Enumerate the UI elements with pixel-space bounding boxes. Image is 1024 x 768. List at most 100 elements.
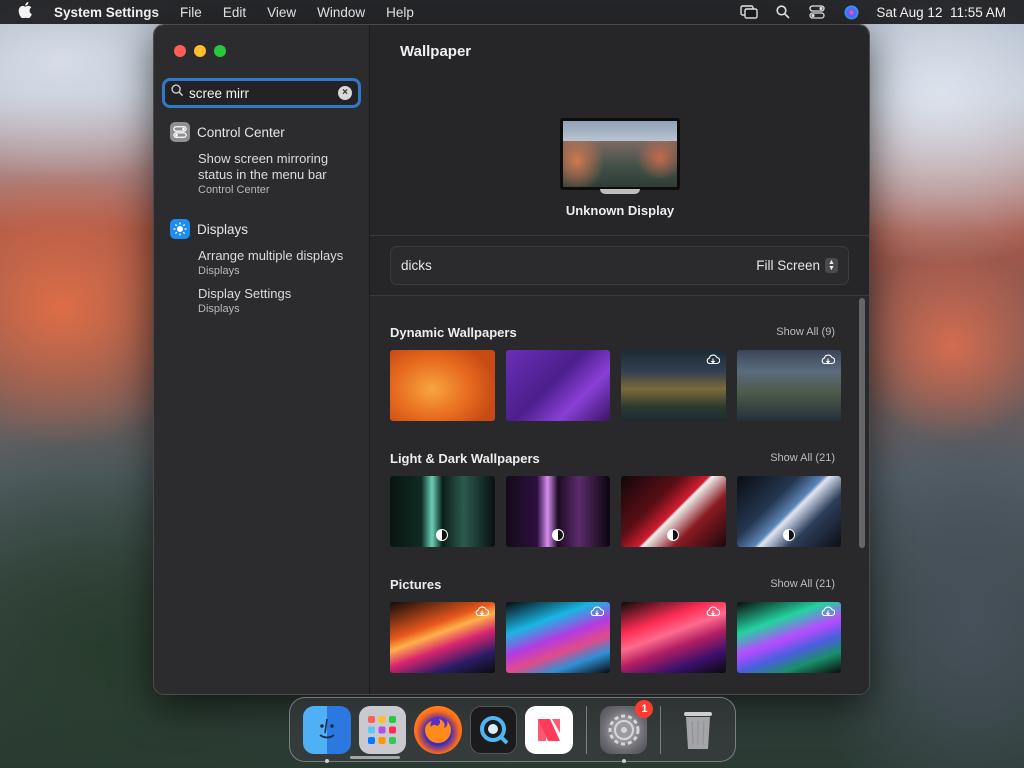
light-dark-icon bbox=[782, 529, 795, 541]
menu-help[interactable]: Help bbox=[386, 5, 414, 20]
section-title: Light & Dark Wallpapers bbox=[390, 450, 540, 466]
display-preview bbox=[560, 118, 680, 190]
wallpaper-thumbnail[interactable] bbox=[505, 602, 610, 673]
dock: 1 bbox=[289, 697, 736, 763]
show-all-button[interactable]: Show All (21) bbox=[770, 452, 835, 464]
result-label: Control Center bbox=[197, 124, 285, 140]
monitor-stand bbox=[600, 189, 640, 194]
divider bbox=[370, 235, 869, 236]
section-dynamic-wallpapers: Dynamic Wallpapers Show All (9) bbox=[390, 323, 852, 421]
control-center-icon bbox=[170, 122, 190, 142]
dock-finder[interactable] bbox=[303, 705, 351, 763]
menu-edit[interactable]: Edit bbox=[223, 5, 246, 20]
close-window-button[interactable] bbox=[174, 45, 186, 57]
light-dark-icon bbox=[551, 529, 564, 541]
control-center-icon[interactable] bbox=[808, 4, 826, 20]
wallpaper-thumbnail[interactable] bbox=[621, 350, 726, 421]
launchpad-icon bbox=[368, 715, 397, 744]
window-controls bbox=[174, 45, 234, 57]
cloud-download-icon bbox=[475, 606, 489, 620]
section-pictures: Pictures Show All (21) bbox=[390, 575, 852, 673]
displays-icon bbox=[170, 219, 190, 239]
wallpaper-thumbnail[interactable] bbox=[736, 476, 841, 547]
wallpaper-thumbnail[interactable] bbox=[621, 476, 726, 547]
wallpaper-thumbnail[interactable] bbox=[736, 350, 841, 421]
page-title: Wallpaper bbox=[400, 43, 472, 60]
dock-separator bbox=[585, 705, 587, 754]
gallery-scrollbar[interactable] bbox=[859, 298, 865, 548]
chevron-updown-icon: ▲ ▼ bbox=[825, 258, 838, 273]
result-control-center[interactable]: Control Center bbox=[170, 122, 362, 142]
apple-menu-icon[interactable] bbox=[18, 2, 38, 22]
light-dark-icon bbox=[436, 529, 448, 541]
search-result-group-control-center: Control Center Show screen mirroring sta… bbox=[170, 122, 362, 197]
result-item-display-settings[interactable]: Display Settings Displays bbox=[198, 286, 362, 316]
spotlight-search-icon[interactable] bbox=[774, 4, 792, 20]
dock-trash[interactable] bbox=[674, 706, 722, 754]
cloud-download-icon bbox=[590, 606, 605, 620]
dock-launchpad[interactable] bbox=[358, 705, 407, 754]
trash-icon bbox=[684, 711, 713, 749]
show-all-button[interactable]: Show All (9) bbox=[776, 326, 835, 338]
dock-news[interactable] bbox=[525, 705, 573, 754]
zoom-window-button[interactable] bbox=[214, 45, 226, 57]
cloud-download-icon bbox=[706, 606, 720, 620]
sidebar: × Control Center Show screen mirroring s… bbox=[154, 25, 370, 694]
minimize-window-button[interactable] bbox=[194, 45, 206, 57]
siri-icon[interactable] bbox=[842, 4, 860, 20]
result-item-title: Display Settings bbox=[198, 286, 292, 301]
cloud-download-icon bbox=[821, 606, 836, 620]
wallpaper-thumbnail[interactable] bbox=[621, 602, 726, 673]
cloud-download-icon bbox=[706, 354, 720, 368]
wallpaper-thumbnail[interactable] bbox=[736, 602, 841, 673]
current-wallpaper-name: dicks bbox=[401, 258, 432, 273]
light-dark-icon bbox=[667, 529, 679, 541]
menu-view[interactable]: View bbox=[267, 5, 296, 20]
menu-datetime[interactable]: Sat Aug 12 11:55 AM bbox=[876, 5, 1006, 20]
section-title: Dynamic Wallpapers bbox=[390, 324, 517, 340]
dock-system-settings[interactable]: 1 bbox=[599, 699, 654, 763]
wallpaper-thumbnail[interactable] bbox=[390, 476, 495, 547]
menu-app-name[interactable]: System Settings bbox=[54, 5, 159, 20]
dock-firefox[interactable] bbox=[414, 705, 462, 754]
wallpaper-thumbnail[interactable] bbox=[505, 350, 610, 421]
section-light-dark-wallpapers: Light & Dark Wallpapers Show All (21) bbox=[390, 449, 852, 547]
result-item-subtitle: Displays bbox=[198, 265, 240, 277]
settings-search-field[interactable]: × bbox=[162, 78, 361, 108]
result-item-screen-mirroring[interactable]: Show screen mirroring status in the menu… bbox=[198, 151, 362, 197]
menu-window[interactable]: Window bbox=[317, 5, 365, 20]
result-item-subtitle: Control Center bbox=[198, 184, 270, 196]
search-result-group-displays: Displays Arrange multiple displays Displ… bbox=[170, 219, 362, 316]
dock-quicktime[interactable] bbox=[469, 705, 518, 754]
quicktime-icon bbox=[479, 715, 508, 744]
screen-mirroring-icon[interactable] bbox=[740, 4, 759, 20]
fill-mode-label: Fill Screen bbox=[756, 258, 820, 273]
wallpaper-thumbnail[interactable] bbox=[390, 350, 495, 421]
wallpaper-pane: Wallpaper Unknown Display dicks Fill Scr… bbox=[370, 25, 869, 694]
wallpaper-thumbnail[interactable] bbox=[505, 476, 610, 547]
gear-icon bbox=[608, 714, 640, 745]
section-title: Pictures bbox=[390, 576, 442, 592]
notification-badge: 1 bbox=[635, 699, 654, 718]
finder-icon bbox=[319, 718, 335, 738]
wallpaper-gallery: Dynamic Wallpapers Show All (9) Light & … bbox=[370, 296, 869, 694]
result-displays[interactable]: Displays bbox=[170, 219, 362, 239]
menu-bar: System Settings File Edit View Window He… bbox=[0, 0, 1024, 24]
wallpaper-thumbnail[interactable] bbox=[390, 602, 495, 673]
fill-mode-popup[interactable]: Fill Screen ▲ ▼ bbox=[756, 258, 838, 273]
clear-search-icon[interactable]: × bbox=[338, 86, 352, 100]
display-preview-wallpaper bbox=[563, 121, 677, 187]
dock-separator bbox=[660, 705, 662, 754]
firefox-icon bbox=[424, 716, 451, 743]
news-icon bbox=[538, 718, 561, 741]
show-all-button[interactable]: Show All (21) bbox=[770, 578, 835, 590]
search-input[interactable] bbox=[189, 85, 338, 101]
result-item-arrange-displays[interactable]: Arrange multiple displays Displays bbox=[198, 248, 362, 278]
current-wallpaper-row: dicks Fill Screen ▲ ▼ bbox=[390, 246, 849, 285]
result-item-title: Show screen mirroring status in the menu… bbox=[198, 151, 329, 182]
menu-file[interactable]: File bbox=[180, 5, 202, 20]
dock-scroll-indicator bbox=[350, 756, 400, 759]
system-settings-window: × Control Center Show screen mirroring s… bbox=[153, 24, 870, 695]
result-label: Displays bbox=[197, 221, 249, 237]
result-item-title: Arrange multiple displays bbox=[198, 248, 344, 263]
